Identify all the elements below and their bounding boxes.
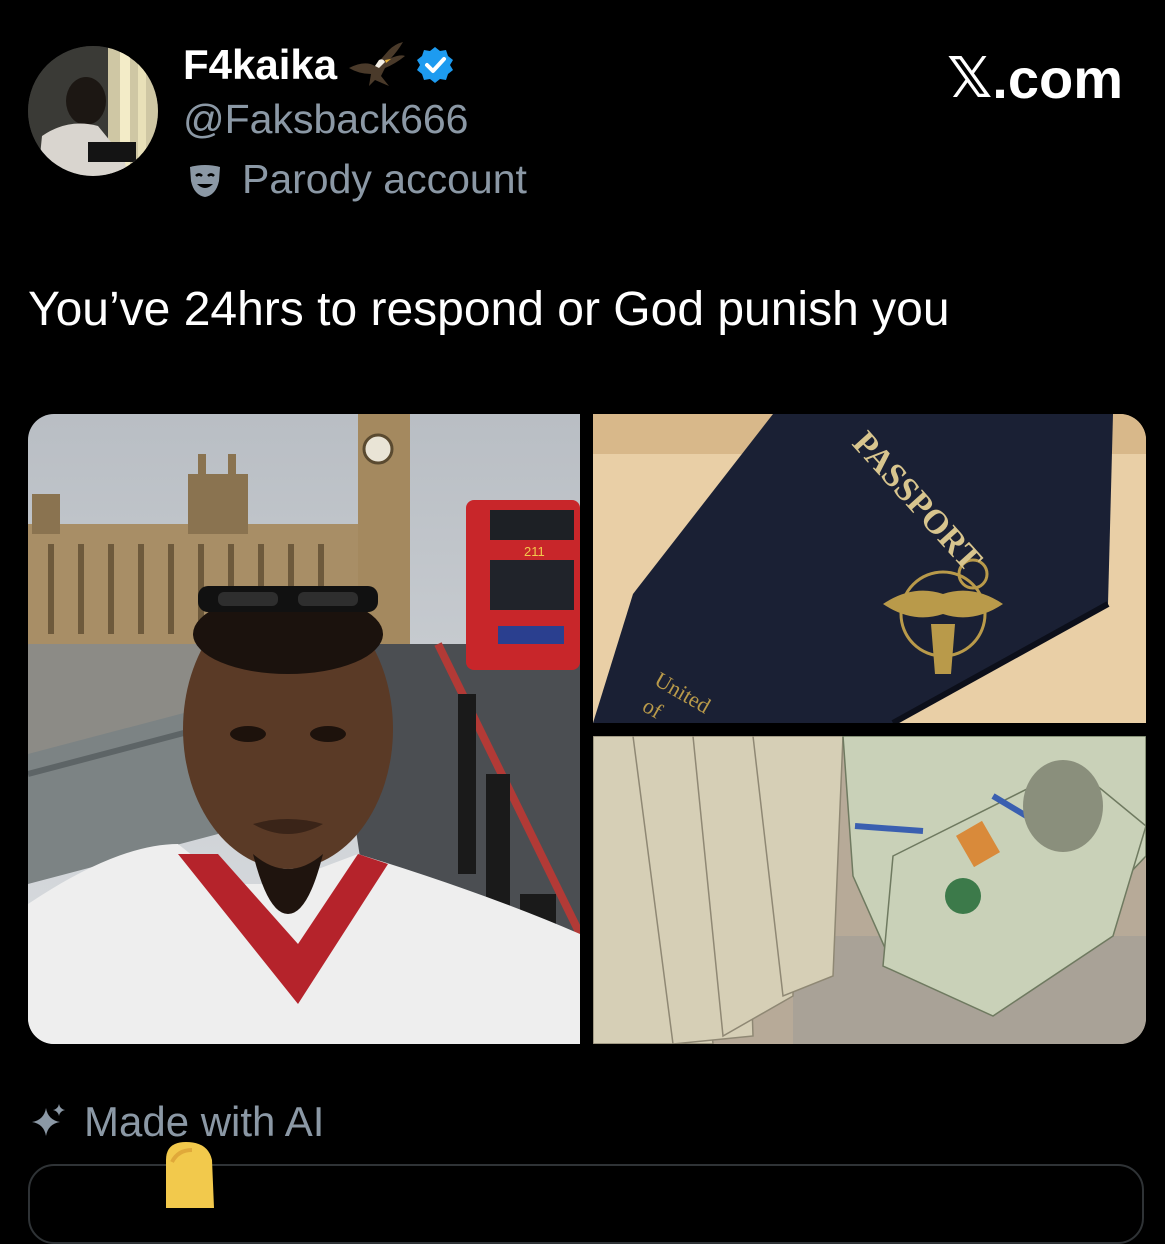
parody-account-label: Parody account [186, 156, 527, 203]
parody-label: Parody account [242, 156, 527, 202]
sparkle-icon [28, 1102, 68, 1142]
media-image-passport[interactable]: PASSPORT United of [593, 414, 1146, 723]
finger-pointer-icon [158, 1138, 220, 1208]
brand-suffix: .com [992, 47, 1123, 110]
media-image-money[interactable] [593, 736, 1146, 1044]
media-image-selfie[interactable]: 211 [28, 414, 580, 1044]
theater-mask-icon [186, 161, 224, 199]
media-grid: 211 PASSPORT United of [28, 414, 1146, 1044]
bus-route-number: 211 [524, 544, 545, 559]
avatar[interactable] [28, 46, 158, 176]
eagle-emoji-icon [345, 40, 407, 90]
brand-logo[interactable]: 𝕏 .com [947, 46, 1123, 111]
user-handle[interactable]: @Faksback666 [183, 96, 468, 143]
name-row: F4kaika [183, 40, 455, 90]
verified-badge-icon[interactable] [415, 45, 455, 85]
tweet-text: You’ve 24hrs to respond or God punish yo… [28, 283, 950, 336]
display-name[interactable]: F4kaika [183, 41, 337, 89]
x-logo-icon: 𝕏 [947, 46, 993, 111]
